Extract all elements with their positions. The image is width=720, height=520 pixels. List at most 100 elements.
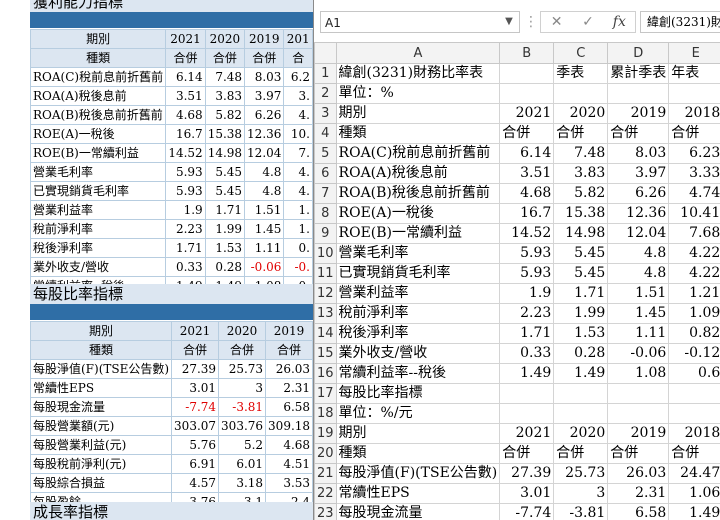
cell-d[interactable]: 2.31 bbox=[607, 483, 670, 504]
cell-c[interactable]: 1.71 bbox=[553, 283, 609, 304]
row-header[interactable]: 19 bbox=[314, 423, 337, 444]
cell-d[interactable]: 1.11 bbox=[607, 323, 670, 344]
cell-c[interactable]: 1.53 bbox=[553, 323, 609, 344]
cell-c[interactable]: 5.45 bbox=[553, 263, 609, 284]
cell-d[interactable]: 累計季表 bbox=[607, 63, 670, 84]
cell-e[interactable]: 合併 bbox=[668, 123, 720, 144]
cell-d[interactable]: 3.97 bbox=[607, 163, 670, 184]
cell-d[interactable]: 合併 bbox=[607, 123, 670, 144]
cell-a[interactable]: 稅前淨利率 bbox=[335, 303, 501, 324]
cell-e[interactable] bbox=[668, 383, 720, 404]
cell-b[interactable]: 6.14 bbox=[499, 143, 555, 164]
cell-a[interactable]: 常續性EPS bbox=[335, 483, 501, 504]
cell-d[interactable]: 4.8 bbox=[607, 243, 670, 264]
cell-a[interactable]: 單位：%/元 bbox=[335, 403, 501, 424]
cell-c[interactable]: 7.48 bbox=[553, 143, 609, 164]
row-header[interactable]: 5 bbox=[314, 143, 337, 164]
cell-e[interactable]: 4.74 bbox=[668, 183, 720, 204]
cell-d[interactable]: 1.08 bbox=[607, 363, 670, 384]
cell-c[interactable]: 2020 bbox=[553, 103, 609, 124]
cell-b[interactable]: 合併 bbox=[499, 123, 555, 144]
cell-c[interactable]: 季表 bbox=[553, 63, 609, 84]
cell-b[interactable]: 5.93 bbox=[499, 243, 555, 264]
row-header[interactable]: 11 bbox=[314, 263, 337, 284]
cell-e[interactable] bbox=[668, 83, 720, 104]
cell-a[interactable]: 期別 bbox=[335, 423, 501, 444]
cell-d[interactable] bbox=[607, 403, 670, 424]
cell-a[interactable]: 緯創(3231)財務比率表 bbox=[335, 63, 501, 84]
cell-b[interactable]: 14.52 bbox=[499, 223, 555, 244]
cell-c[interactable]: -3.81 bbox=[553, 503, 609, 520]
row-header[interactable]: 13 bbox=[314, 303, 337, 324]
cell-b[interactable]: 1.49 bbox=[499, 363, 555, 384]
cell-b[interactable]: 0.33 bbox=[499, 343, 555, 364]
cell-a[interactable]: 營業利益率 bbox=[335, 283, 501, 304]
cell-d[interactable]: 6.26 bbox=[607, 183, 670, 204]
cell-c[interactable]: 5.82 bbox=[553, 183, 609, 204]
chevron-down-icon[interactable]: ▼ bbox=[499, 11, 519, 33]
column-header[interactable]: B bbox=[499, 42, 555, 64]
cell-c[interactable]: 25.73 bbox=[553, 463, 609, 484]
row-header[interactable]: 9 bbox=[314, 223, 337, 244]
row-header[interactable]: 2 bbox=[314, 83, 337, 104]
cell-a[interactable]: 期別 bbox=[335, 103, 501, 124]
name-box[interactable]: A1 bbox=[320, 11, 520, 33]
cell-a[interactable]: 每股現金流量 bbox=[335, 503, 501, 520]
column-header[interactable]: E bbox=[668, 42, 720, 64]
row-header[interactable]: 8 bbox=[314, 203, 337, 224]
cell-d[interactable]: 26.03 bbox=[607, 463, 670, 484]
row-header[interactable]: 22 bbox=[314, 483, 337, 504]
cell-b[interactable]: 2.23 bbox=[499, 303, 555, 324]
row-header[interactable]: 6 bbox=[314, 163, 337, 184]
cell-c[interactable]: 3 bbox=[553, 483, 609, 504]
cell-b[interactable]: 27.39 bbox=[499, 463, 555, 484]
cell-e[interactable]: 年表 bbox=[668, 63, 720, 84]
cell-a[interactable]: ROA(C)稅前息前折舊前 bbox=[335, 143, 501, 164]
cell-b[interactable]: 3.51 bbox=[499, 163, 555, 184]
cell-a[interactable]: ROA(A)稅後息前 bbox=[335, 163, 501, 184]
cell-d[interactable]: -0.06 bbox=[607, 343, 670, 364]
more-options-icon[interactable]: ⋮ bbox=[524, 11, 538, 33]
cell-d[interactable]: 合併 bbox=[607, 443, 670, 464]
cell-b[interactable]: 2021 bbox=[499, 103, 555, 124]
row-header[interactable]: 15 bbox=[314, 343, 337, 364]
row-header[interactable]: 23 bbox=[314, 503, 337, 520]
cell-c[interactable]: 5.45 bbox=[553, 243, 609, 264]
cell-d[interactable]: 12.04 bbox=[607, 223, 670, 244]
cell-d[interactable]: 2019 bbox=[607, 103, 670, 124]
cell-a[interactable]: ROE(B)一常續利益 bbox=[335, 223, 501, 244]
row-header[interactable]: 10 bbox=[314, 243, 337, 264]
cell-b[interactable]: 1.9 bbox=[499, 283, 555, 304]
row-header[interactable]: 4 bbox=[314, 123, 337, 144]
cell-e[interactable]: 2018 bbox=[668, 103, 720, 124]
cell-d[interactable]: 2019 bbox=[607, 423, 670, 444]
cell-a[interactable]: 每股比率指標 bbox=[335, 383, 501, 404]
cell-c[interactable]: 2020 bbox=[553, 423, 609, 444]
cell-e[interactable]: 1.09 bbox=[668, 303, 720, 324]
cell-b[interactable] bbox=[499, 403, 555, 424]
cell-c[interactable] bbox=[553, 403, 609, 424]
cell-b[interactable]: 3.01 bbox=[499, 483, 555, 504]
confirm-icon[interactable]: ✓ bbox=[572, 12, 603, 32]
row-header[interactable]: 18 bbox=[314, 403, 337, 424]
cell-a[interactable]: 營業毛利率 bbox=[335, 243, 501, 264]
formula-input[interactable]: 緯創(3231)財 bbox=[640, 11, 720, 33]
cell-a[interactable]: 稅後淨利率 bbox=[335, 323, 501, 344]
cell-a[interactable]: ROE(A)一稅後 bbox=[335, 203, 501, 224]
cell-d[interactable]: 8.03 bbox=[607, 143, 670, 164]
row-header[interactable]: 17 bbox=[314, 383, 337, 404]
cell-a[interactable]: 已實現銷貨毛利率 bbox=[335, 263, 501, 284]
cell-a[interactable]: 單位：% bbox=[335, 83, 501, 104]
cell-e[interactable]: 4.22 bbox=[668, 263, 720, 284]
cell-e[interactable]: 2018 bbox=[668, 423, 720, 444]
cell-c[interactable]: 15.38 bbox=[553, 203, 609, 224]
cell-d[interactable] bbox=[607, 83, 670, 104]
cell-e[interactable]: 1.49 bbox=[668, 503, 720, 520]
cell-d[interactable]: 6.58 bbox=[607, 503, 670, 520]
row-header[interactable]: 20 bbox=[314, 443, 337, 464]
cell-b[interactable]: 合併 bbox=[499, 443, 555, 464]
function-icon[interactable]: fx bbox=[604, 12, 635, 32]
cell-c[interactable]: 1.49 bbox=[553, 363, 609, 384]
row-header[interactable]: 16 bbox=[314, 363, 337, 384]
cell-d[interactable]: 1.45 bbox=[607, 303, 670, 324]
